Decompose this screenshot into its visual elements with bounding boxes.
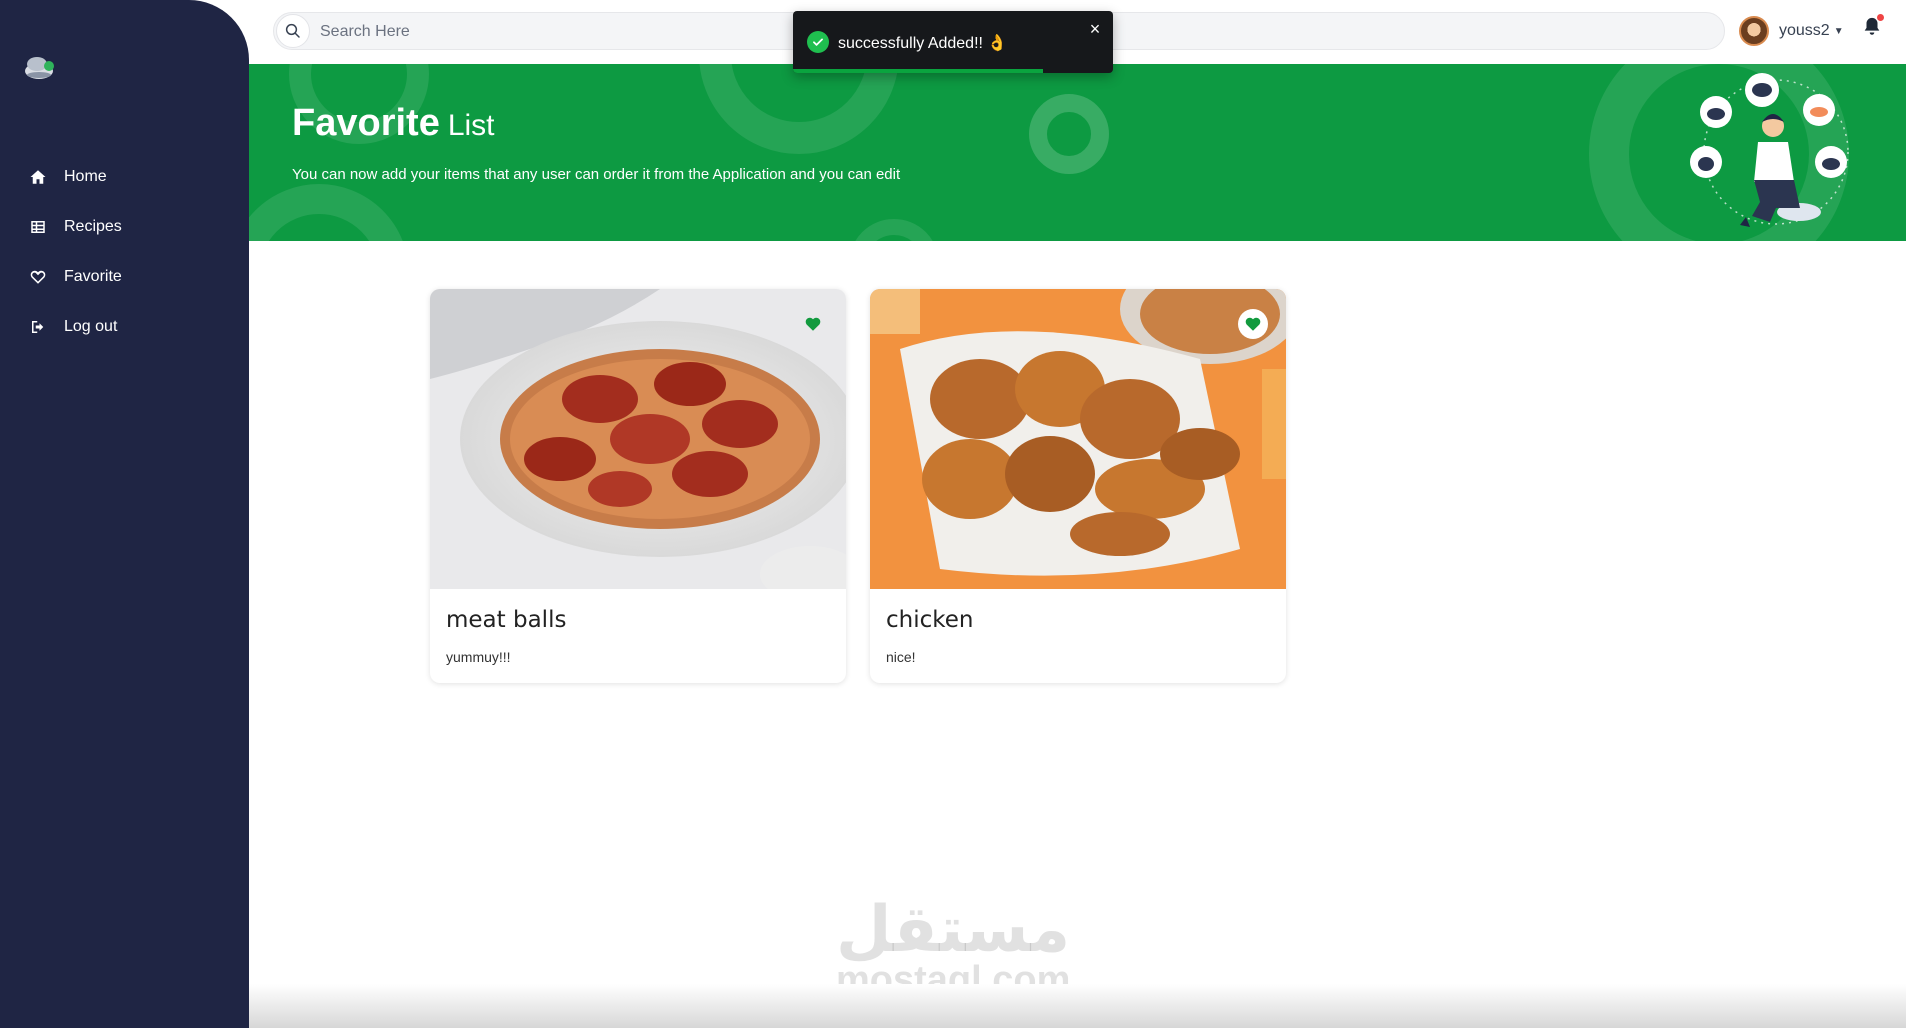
footer-strip — [249, 984, 1906, 1028]
recipe-image — [430, 289, 846, 589]
recipe-description: nice! — [886, 649, 916, 665]
home-icon — [28, 167, 48, 187]
recipe-description: yummuy!!! — [446, 649, 511, 665]
hero-banner: Favorite List You can now add your items … — [249, 64, 1906, 241]
bell-icon[interactable] — [1861, 14, 1885, 42]
notification-dot — [1877, 14, 1884, 21]
sidebar-item-label: Home — [64, 168, 107, 185]
chef-hat-logo-icon[interactable] — [22, 52, 58, 82]
page-title-light: List — [447, 109, 495, 142]
logout-icon — [28, 317, 48, 337]
sidebar-item-logout[interactable]: Log out — [0, 302, 249, 352]
sidebar: Home Recipes Favorite Log out — [0, 0, 249, 1028]
decorative-ring — [849, 219, 939, 241]
decorative-ring — [249, 184, 409, 241]
heart-outline-icon — [28, 267, 48, 287]
check-circle-icon — [807, 31, 829, 53]
toast-progress-bar — [793, 69, 1043, 73]
page-title: Favorite List — [292, 102, 495, 145]
watermark-logo: مستقل mostaql.com — [836, 893, 1071, 999]
grid-icon — [28, 217, 48, 237]
sidebar-item-favorite[interactable]: Favorite — [0, 252, 249, 302]
toast-message: successfully Added!! 👌 — [838, 35, 1008, 52]
search-icon[interactable] — [276, 14, 310, 48]
chevron-down-icon: ▼ — [1833, 25, 1844, 37]
recipe-title: chicken — [886, 607, 974, 633]
user-menu[interactable]: youss2 ▼ — [1739, 14, 1844, 48]
sidebar-item-label: Log out — [64, 318, 118, 335]
sidebar-item-label: Favorite — [64, 268, 122, 285]
sidebar-nav: Home Recipes Favorite Log out — [0, 152, 249, 352]
page-title-bold: Favorite — [292, 102, 440, 144]
sidebar-item-label: Recipes — [64, 218, 122, 235]
recipe-title: meat balls — [446, 607, 567, 633]
avatar — [1739, 16, 1769, 46]
success-toast: successfully Added!! 👌 × — [793, 11, 1113, 73]
close-icon[interactable]: × — [1085, 19, 1105, 39]
sidebar-item-recipes[interactable]: Recipes — [0, 202, 249, 252]
decorative-ring — [699, 64, 899, 154]
sidebar-item-home[interactable]: Home — [0, 152, 249, 202]
recipe-image — [870, 289, 1286, 589]
decorative-ring — [1029, 94, 1109, 174]
username: youss2 — [1779, 22, 1830, 39]
favorite-heart-icon[interactable] — [798, 309, 828, 339]
chef-illustration — [1686, 72, 1866, 232]
recipe-card[interactable]: chicken nice! — [870, 289, 1286, 683]
page-subtitle: You can now add your items that any user… — [292, 166, 901, 183]
watermark-arabic: مستقل — [836, 893, 1071, 967]
recipe-card[interactable]: meat balls yummuy!!! — [430, 289, 846, 683]
favorite-heart-icon[interactable] — [1238, 309, 1268, 339]
